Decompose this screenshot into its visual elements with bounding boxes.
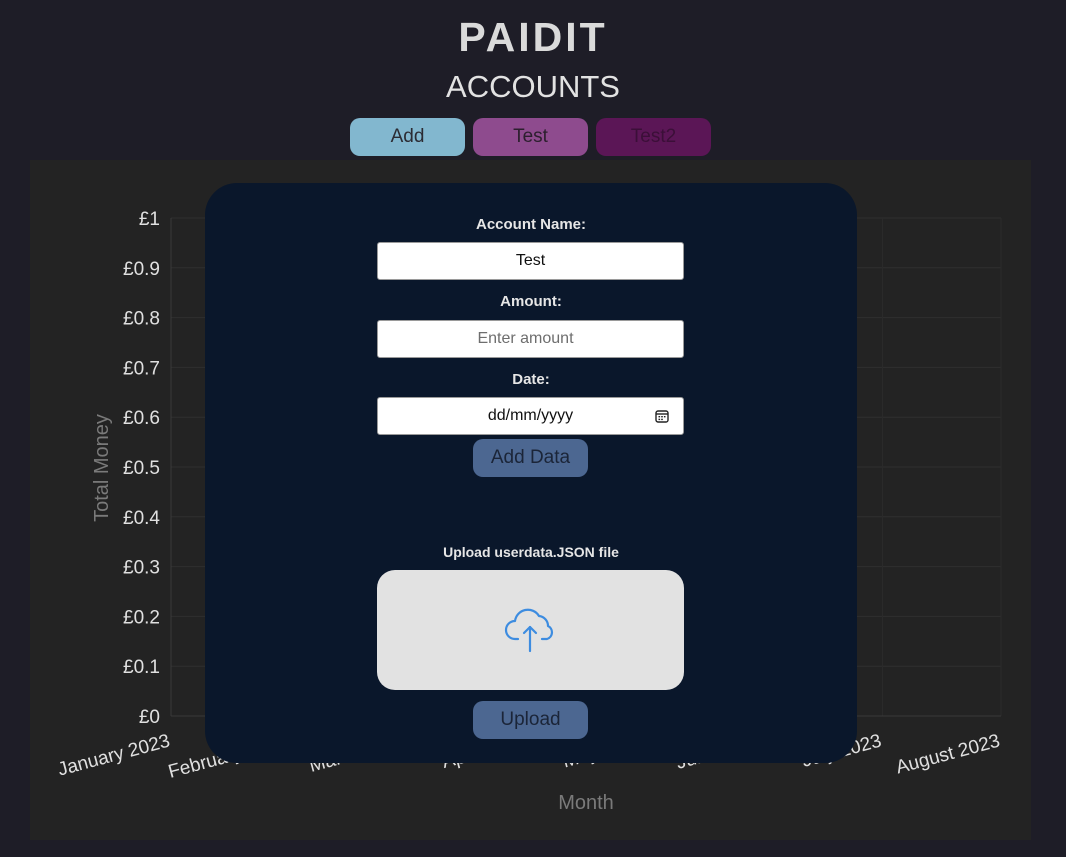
add-data-button[interactable]: Add Data xyxy=(473,439,588,477)
upload-dropzone[interactable] xyxy=(377,570,684,690)
app-title: PAIDIT xyxy=(458,14,608,60)
x-axis-title: Month xyxy=(558,792,614,814)
page-title: ACCOUNTS xyxy=(446,69,620,104)
y-tick-label: £0.5 xyxy=(123,458,160,479)
date-placeholder: dd/mm/yyyy xyxy=(487,407,574,424)
y-tick-label: £0.4 xyxy=(123,508,160,529)
y-tick-label: £0.2 xyxy=(123,607,160,628)
amount-label: Amount: xyxy=(500,293,562,310)
date-label: Date: xyxy=(512,371,550,388)
y-tick-label: £1 xyxy=(139,209,160,230)
tab-test[interactable]: Test xyxy=(473,118,588,156)
y-tick-label: £0.8 xyxy=(123,309,160,330)
account-name-label: Account Name: xyxy=(475,216,587,233)
upload-label: Upload userdata.JSON file xyxy=(443,544,619,560)
y-tick-label: £0.3 xyxy=(123,558,160,579)
x-tick-label: January 2023 xyxy=(56,731,173,781)
account-name-input[interactable]: Test xyxy=(377,242,684,280)
y-tick-label: £0.6 xyxy=(123,408,160,429)
tab-add[interactable]: Add xyxy=(350,118,465,156)
x-tick-label: August 2023 xyxy=(894,731,1003,779)
amount-placeholder: Enter amount xyxy=(477,330,574,347)
account-name-value: Test xyxy=(515,252,546,269)
amount-input[interactable]: Enter amount xyxy=(377,320,684,358)
date-input[interactable]: dd/mm/yyyy xyxy=(377,397,684,435)
y-tick-label: £0 xyxy=(139,707,160,728)
upload-button[interactable]: Upload xyxy=(473,701,588,739)
y-tick-label: £0.1 xyxy=(123,657,160,678)
add-account-modal: Account Name: Test Amount: Enter amount … xyxy=(205,183,857,763)
y-axis-title: Total Money xyxy=(91,414,113,522)
y-tick-label: £0.9 xyxy=(123,259,160,280)
cloud-upload-icon xyxy=(504,608,553,653)
calendar-icon[interactable] xyxy=(655,409,669,423)
account-tabs: Add Test Test2 xyxy=(350,118,711,156)
y-tick-label: £0.7 xyxy=(123,358,160,379)
tab-test2[interactable]: Test2 xyxy=(596,118,711,156)
